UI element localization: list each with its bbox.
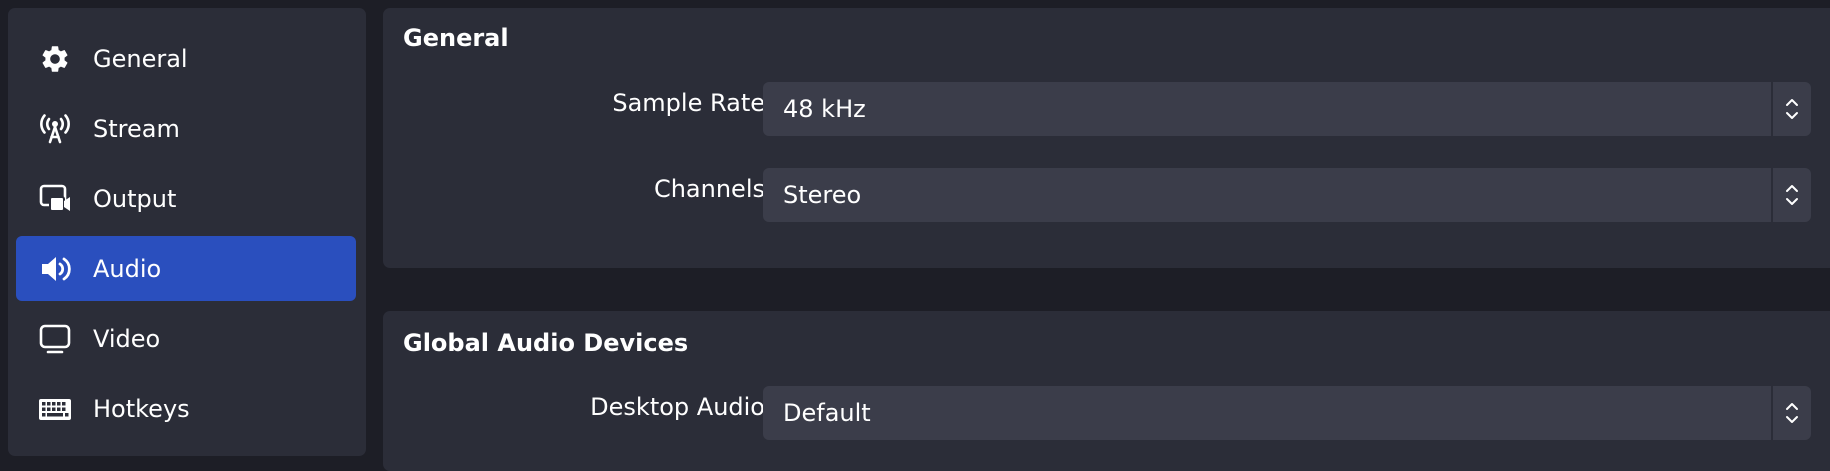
sample-rate-value: 48 kHz [783, 95, 866, 123]
monitor-icon [38, 322, 72, 356]
sidebar-item-label: Output [93, 184, 177, 213]
section-title: General [403, 24, 509, 52]
channels-select[interactable]: Stereo [763, 168, 1811, 222]
updown-arrows-icon[interactable] [1771, 168, 1811, 222]
sidebar-item-stream[interactable]: Stream [16, 96, 356, 161]
antenna-icon [38, 112, 72, 146]
updown-arrows-icon[interactable] [1771, 386, 1811, 440]
sidebar-item-label: Stream [93, 114, 180, 143]
general-section: General Sample Rate 48 kHz Channels Ster… [383, 8, 1830, 268]
global-audio-devices-section: Global Audio Devices Desktop Audio Defau… [383, 311, 1830, 471]
speaker-icon [38, 252, 72, 286]
channels-value: Stereo [783, 181, 862, 209]
desktop-audio-value: Default [783, 399, 871, 427]
channels-label: Channels [653, 175, 765, 203]
output-icon [38, 182, 72, 216]
section-title: Global Audio Devices [403, 329, 689, 357]
updown-arrows-icon[interactable] [1771, 82, 1811, 136]
gear-icon [38, 42, 72, 76]
sidebar-item-general[interactable]: General [16, 26, 356, 91]
sidebar-item-label: General [93, 44, 188, 73]
sidebar-item-output[interactable]: Output [16, 166, 356, 231]
sidebar-item-label: Hotkeys [93, 394, 190, 423]
sample-rate-label: Sample Rate [612, 89, 765, 117]
desktop-audio-label: Desktop Audio [590, 393, 765, 421]
keyboard-icon [38, 392, 72, 426]
sidebar-item-hotkeys[interactable]: Hotkeys [16, 376, 356, 441]
sidebar-item-label: Video [93, 324, 161, 353]
sidebar-item-label: Audio [93, 254, 162, 283]
sample-rate-select[interactable]: 48 kHz [763, 82, 1811, 136]
desktop-audio-select[interactable]: Default [763, 386, 1811, 440]
settings-sidebar: General Stream Output Audio Video Hotkey… [8, 8, 366, 456]
sidebar-item-audio[interactable]: Audio [16, 236, 356, 301]
sidebar-item-video[interactable]: Video [16, 306, 356, 371]
